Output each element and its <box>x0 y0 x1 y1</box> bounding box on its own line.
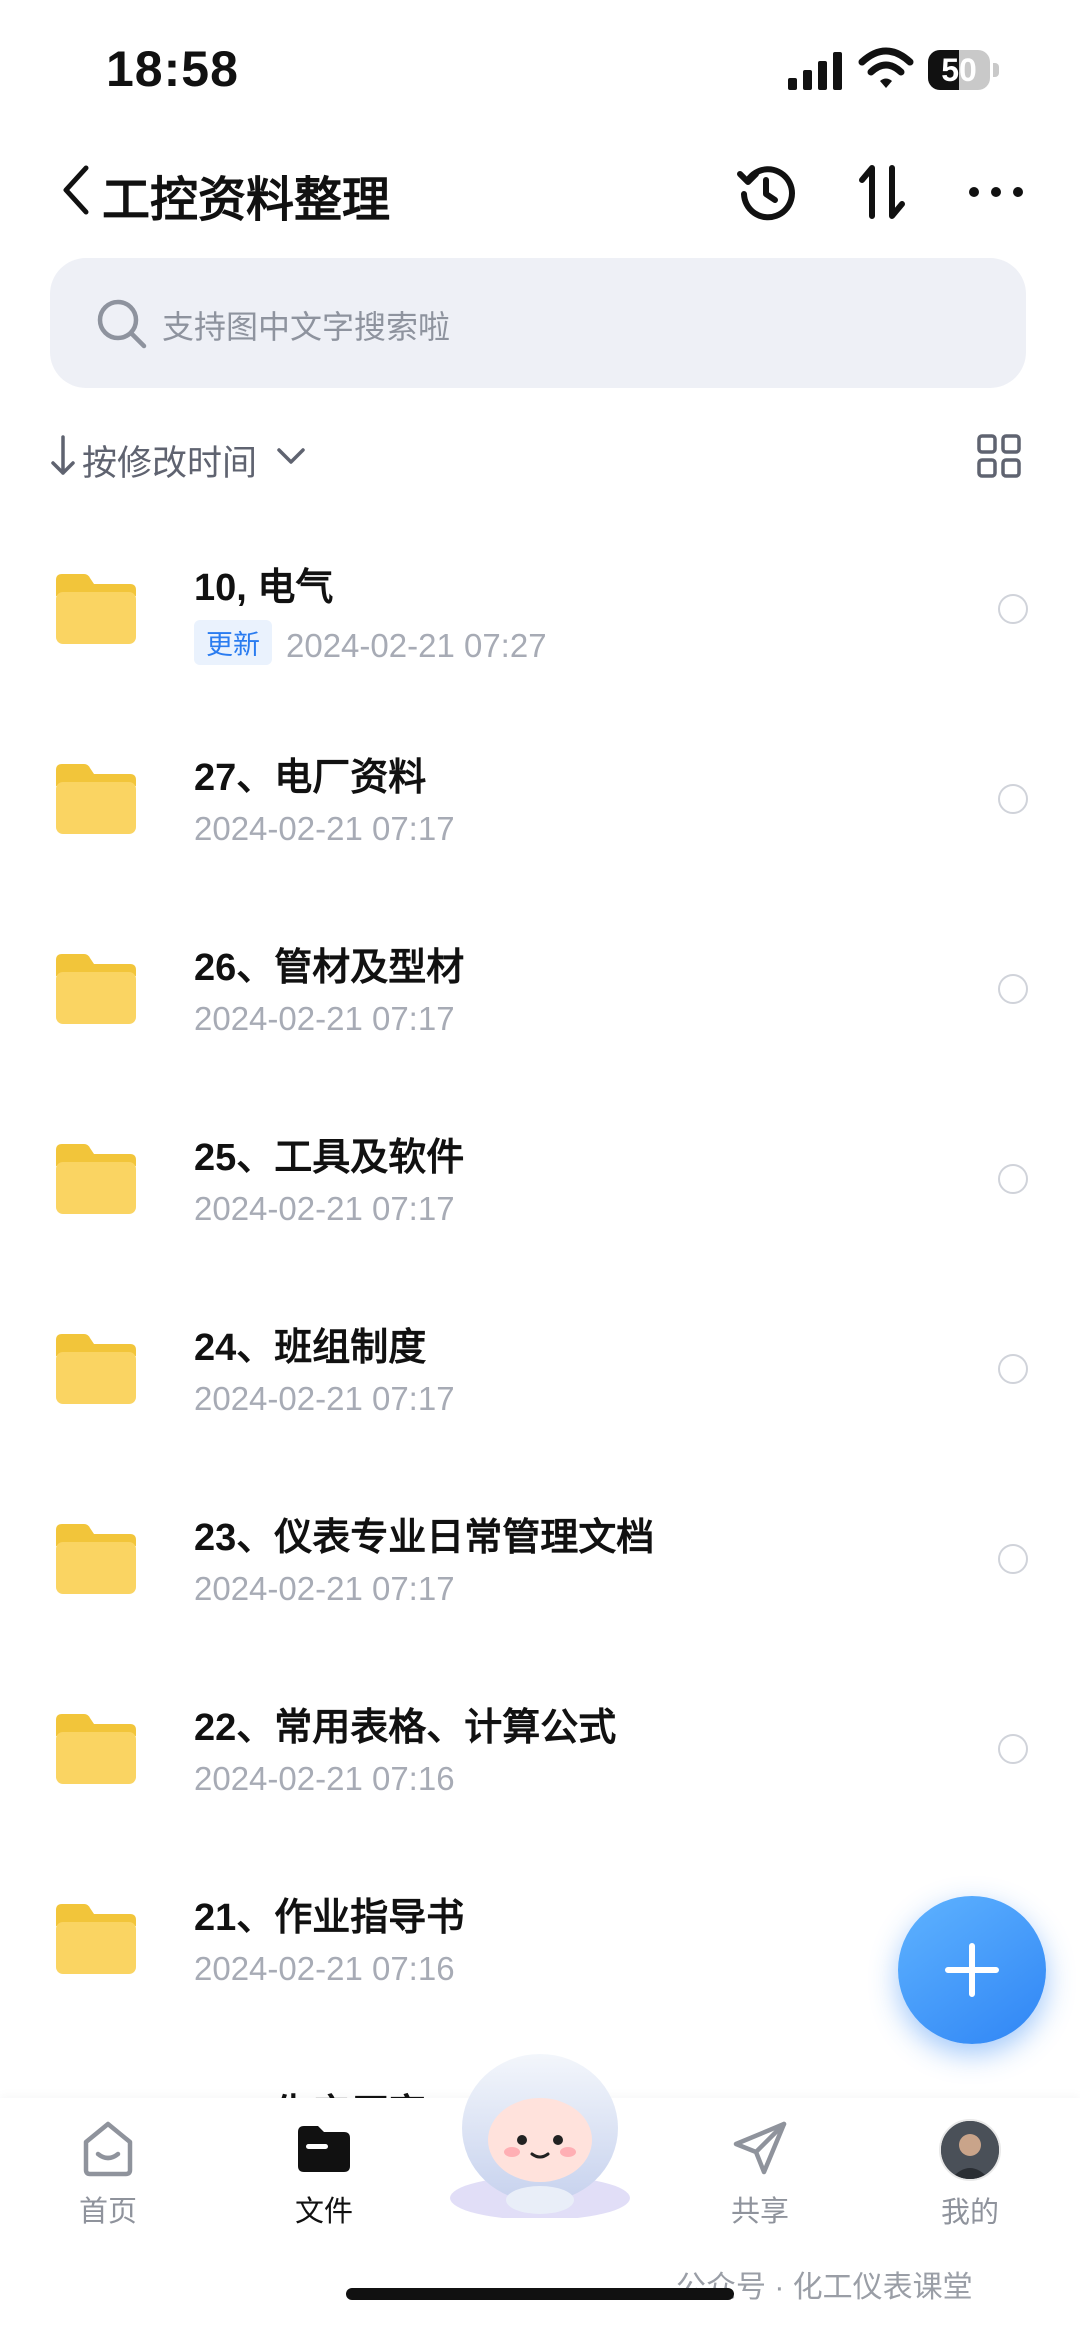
select-radio[interactable] <box>998 1354 1028 1384</box>
folder-icon <box>56 1904 136 1974</box>
folder-name: 22、常用表格、计算公式 <box>194 1707 617 1749</box>
folder-name: 21、作业指导书 <box>194 1897 465 1939</box>
status-bar: 18:58 50 <box>0 0 1080 130</box>
folder-name: 26、管材及型材 <box>194 947 465 989</box>
avatar <box>939 2119 1001 2181</box>
add-button[interactable] <box>898 1896 1046 2044</box>
list-item[interactable]: 26、管材及型材 2024-02-21 07:17 <box>0 900 1080 1090</box>
battery-icon: 50 <box>928 50 1000 92</box>
folder-name: 27、电厂资料 <box>194 757 427 799</box>
status-time: 18:58 <box>106 41 239 97</box>
folder-icon <box>56 954 136 1024</box>
tab-share-label: 共享 <box>730 2196 789 2228</box>
home-icon <box>83 2121 133 2177</box>
folder-icon <box>56 1524 136 1594</box>
cellular-signal-icon <box>788 52 842 90</box>
folder-name: 24、班组制度 <box>194 1327 427 1369</box>
folder-name: 23、仪表专业日常管理文档 <box>194 1517 655 1559</box>
search-input[interactable]: 支持图中文字搜索啦 <box>50 258 1026 388</box>
list-item[interactable]: 25、工具及软件 2024-02-21 07:17 <box>0 1090 1080 1280</box>
tab-files[interactable]: 文件 <box>264 2116 384 2230</box>
chevron-left-icon[interactable] <box>58 162 92 218</box>
title-bar: 工控资料整理 <box>0 140 1080 240</box>
sort-dropdown[interactable]: 按修改时间 <box>82 435 257 486</box>
tab-me[interactable]: 我的 <box>910 2116 1030 2231</box>
folder-icon <box>56 1144 136 1214</box>
tab-me-label: 我的 <box>940 2197 999 2229</box>
folder-time: 2024-02-21 07:16 <box>194 1760 455 1797</box>
swap-vertical-icon[interactable] <box>850 160 914 224</box>
select-radio[interactable] <box>998 1734 1028 1764</box>
folder-time: 2024-02-21 07:27 <box>286 627 547 664</box>
folder-meta: 更新 2024-02-21 07:27 <box>194 620 547 665</box>
list-item[interactable]: 24、班组制度 2024-02-21 07:17 <box>0 1280 1080 1470</box>
list-item[interactable]: 10, 电气 更新 2024-02-21 07:27 <box>0 520 1080 710</box>
tab-files-label: 文件 <box>294 2196 353 2228</box>
page-title: 工控资料整理 <box>102 174 391 227</box>
folder-icon <box>56 1334 136 1404</box>
folder-time: 2024-02-21 07:17 <box>194 1190 455 1227</box>
list-item[interactable]: 27、电厂资料 2024-02-21 07:17 <box>0 710 1080 900</box>
send-icon <box>733 2121 787 2175</box>
tab-home-label: 首页 <box>78 2196 137 2228</box>
tab-home[interactable]: 首页 <box>48 2116 168 2230</box>
battery-text: 50 <box>941 52 977 88</box>
folder-time: 2024-02-21 07:17 <box>194 810 455 847</box>
folder-icon <box>56 574 136 644</box>
folder-filled-icon <box>298 2126 350 2172</box>
folder-icon <box>56 1714 136 1784</box>
folder-time: 2024-02-21 07:16 <box>194 1950 455 1987</box>
update-badge: 更新 <box>194 620 272 665</box>
folder-time: 2024-02-21 07:17 <box>194 1000 455 1037</box>
select-radio[interactable] <box>998 1164 1028 1194</box>
folder-time: 2024-02-21 07:17 <box>194 1380 455 1417</box>
home-indicator <box>346 2288 734 2300</box>
chevron-down-icon[interactable] <box>276 445 306 467</box>
search-placeholder: 支持图中文字搜索啦 <box>162 309 451 345</box>
mascot-icon[interactable] <box>440 2048 640 2218</box>
search-icon <box>97 299 147 349</box>
wifi-icon <box>858 47 914 88</box>
plus-icon <box>945 1943 999 1997</box>
tab-share[interactable]: 共享 <box>700 2116 820 2230</box>
select-radio[interactable] <box>998 594 1028 624</box>
sort-row: 按修改时间 <box>0 425 1080 491</box>
list-item[interactable]: 22、常用表格、计算公式 2024-02-21 07:16 <box>0 1660 1080 1850</box>
folder-name: 10, 电气 <box>194 567 334 609</box>
select-radio[interactable] <box>998 1544 1028 1574</box>
grid-view-icon[interactable] <box>976 433 1022 479</box>
arrow-down-icon <box>51 435 75 475</box>
history-icon[interactable] <box>734 160 798 224</box>
folder-time: 2024-02-21 07:17 <box>194 1570 455 1607</box>
list-item[interactable]: 23、仪表专业日常管理文档 2024-02-21 07:17 <box>0 1470 1080 1660</box>
folder-icon <box>56 764 136 834</box>
select-radio[interactable] <box>998 784 1028 814</box>
select-radio[interactable] <box>998 974 1028 1004</box>
folder-name: 25、工具及软件 <box>194 1137 465 1179</box>
more-icon[interactable] <box>964 160 1028 224</box>
